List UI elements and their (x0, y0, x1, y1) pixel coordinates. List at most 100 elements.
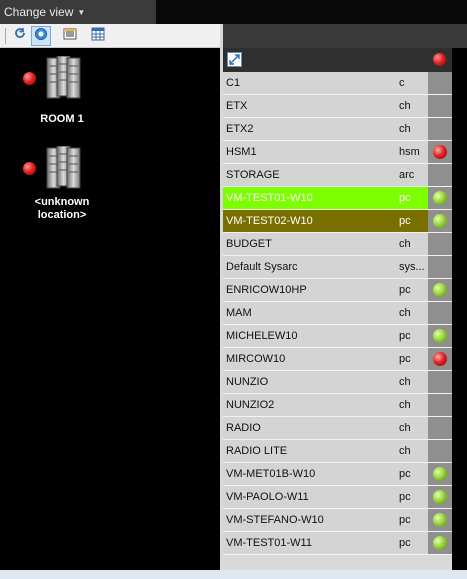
device-type: pc (399, 491, 411, 503)
table-row[interactable]: RADIO LITE ch (223, 440, 452, 463)
location-label: <unknown location> (34, 196, 90, 221)
table-row[interactable]: ETX ch (223, 95, 452, 118)
device-type: ch (399, 445, 411, 457)
device-status-cell (428, 187, 452, 209)
device-list-pane: C1 c ETX ch ETX2 ch HSM1 hsm STORAGE arc VM-TEST01… (223, 48, 452, 570)
location-room-1[interactable]: ROOM 1 (12, 55, 112, 126)
top-right-area (156, 0, 467, 24)
table-row[interactable]: BUDGET ch (223, 233, 452, 256)
device-name: ETX2 (226, 123, 254, 135)
locations-pane: ROOM 1 <unknown location> (0, 48, 220, 579)
location-status-indicator (23, 72, 36, 85)
status-online-icon (433, 214, 447, 228)
location-label: ROOM 1 (40, 113, 84, 125)
device-type: pc (399, 192, 411, 204)
device-status-cell (428, 509, 452, 531)
toolbar-grip (5, 28, 6, 44)
device-status-cell (428, 95, 452, 117)
device-name: MIRCOW10 (226, 353, 286, 365)
change-view-menu[interactable]: Change view ▼ (0, 0, 156, 24)
status-online-icon (433, 513, 447, 527)
table-row[interactable]: VM-PAOLO-W11 pc (223, 486, 452, 509)
list-view-button[interactable] (60, 26, 80, 46)
table-row[interactable]: RADIO ch (223, 417, 452, 440)
device-status-cell (428, 210, 452, 232)
table-row[interactable]: Default Sysarc sys... (223, 256, 452, 279)
table-row[interactable]: MAM ch (223, 302, 452, 325)
table-row[interactable]: VM-STEFANO-W10 pc (223, 509, 452, 532)
device-name: ETX (226, 100, 248, 112)
table-row[interactable]: HSM1 hsm (223, 141, 452, 164)
table-row[interactable]: ENRICOW10HP pc (223, 279, 452, 302)
table-row[interactable]: MIRCOW10 pc (223, 348, 452, 371)
device-status-cell (428, 256, 452, 278)
server-rack-icon (38, 145, 88, 195)
device-name: VM-TEST01-W10 (226, 192, 313, 204)
device-type: ch (399, 100, 411, 112)
location-status-indicator (23, 162, 36, 175)
status-online-icon (433, 467, 447, 481)
device-status-cell (428, 440, 452, 462)
device-name: ENRICOW10HP (226, 284, 307, 296)
device-type: sys... (399, 261, 425, 273)
device-type: pc (399, 468, 411, 480)
top-bar: Change view ▼ (0, 0, 467, 24)
grid-view-button[interactable] (88, 26, 108, 46)
refresh-button[interactable] (10, 26, 30, 46)
status-strip (0, 570, 467, 579)
table-row[interactable]: VM-TEST01-W10 pc (223, 187, 452, 210)
header-status-indicator (433, 53, 446, 66)
table-row[interactable]: ETX2 ch (223, 118, 452, 141)
target-button[interactable] (31, 26, 51, 46)
device-list-header (223, 48, 452, 72)
table-row[interactable]: VM-MET01B-W10 pc (223, 463, 452, 486)
device-status-cell (428, 417, 452, 439)
table-row[interactable]: STORAGE arc (223, 164, 452, 187)
status-offline-icon (433, 352, 447, 366)
status-offline-icon (433, 145, 447, 159)
device-status-cell (428, 118, 452, 140)
list-view-icon (63, 27, 77, 46)
table-row[interactable]: NUNZIO ch (223, 371, 452, 394)
calendar-grid-icon (91, 27, 105, 46)
device-type: pc (399, 330, 411, 342)
device-name: RADIO (226, 422, 261, 434)
device-status-cell (428, 394, 452, 416)
table-row[interactable]: VM-TEST01-W11 pc (223, 532, 452, 555)
device-status-cell (428, 233, 452, 255)
device-name: MICHELEW10 (226, 330, 298, 342)
device-name: NUNZIO (226, 376, 269, 388)
device-type: ch (399, 399, 411, 411)
table-row[interactable]: MICHELEW10 pc (223, 325, 452, 348)
device-type: ch (399, 307, 411, 319)
device-rows: C1 c ETX ch ETX2 ch HSM1 hsm STORAGE arc VM-TEST01… (223, 72, 452, 555)
status-online-icon (433, 490, 447, 504)
device-name: BUDGET (226, 238, 272, 250)
device-type: ch (399, 376, 411, 388)
status-online-icon (433, 329, 447, 343)
device-name: STORAGE (226, 169, 280, 181)
device-name: HSM1 (226, 146, 257, 158)
status-online-icon (433, 536, 447, 550)
device-type: arc (399, 169, 415, 181)
right-pane-top-strip (223, 24, 467, 48)
expand-icon[interactable] (227, 52, 242, 67)
status-online-icon (433, 283, 447, 297)
change-view-label: Change view (4, 5, 74, 19)
device-type: pc (399, 537, 411, 549)
scrollbar[interactable] (452, 48, 467, 570)
target-icon (34, 27, 48, 46)
table-row[interactable]: VM-TEST02-W10 pc (223, 210, 452, 233)
table-row[interactable]: NUNZIO2 ch (223, 394, 452, 417)
device-status-cell (428, 348, 452, 370)
server-rack-icon (38, 55, 88, 105)
device-status-cell (428, 141, 452, 163)
table-row[interactable]: C1 c (223, 72, 452, 95)
chevron-down-icon: ▼ (77, 7, 86, 17)
device-status-cell (428, 325, 452, 347)
device-name: MAM (226, 307, 252, 319)
device-type: hsm (399, 146, 420, 158)
device-name: VM-TEST02-W10 (226, 215, 313, 227)
location-unknown[interactable]: <unknown location> (12, 145, 112, 226)
device-status-cell (428, 371, 452, 393)
